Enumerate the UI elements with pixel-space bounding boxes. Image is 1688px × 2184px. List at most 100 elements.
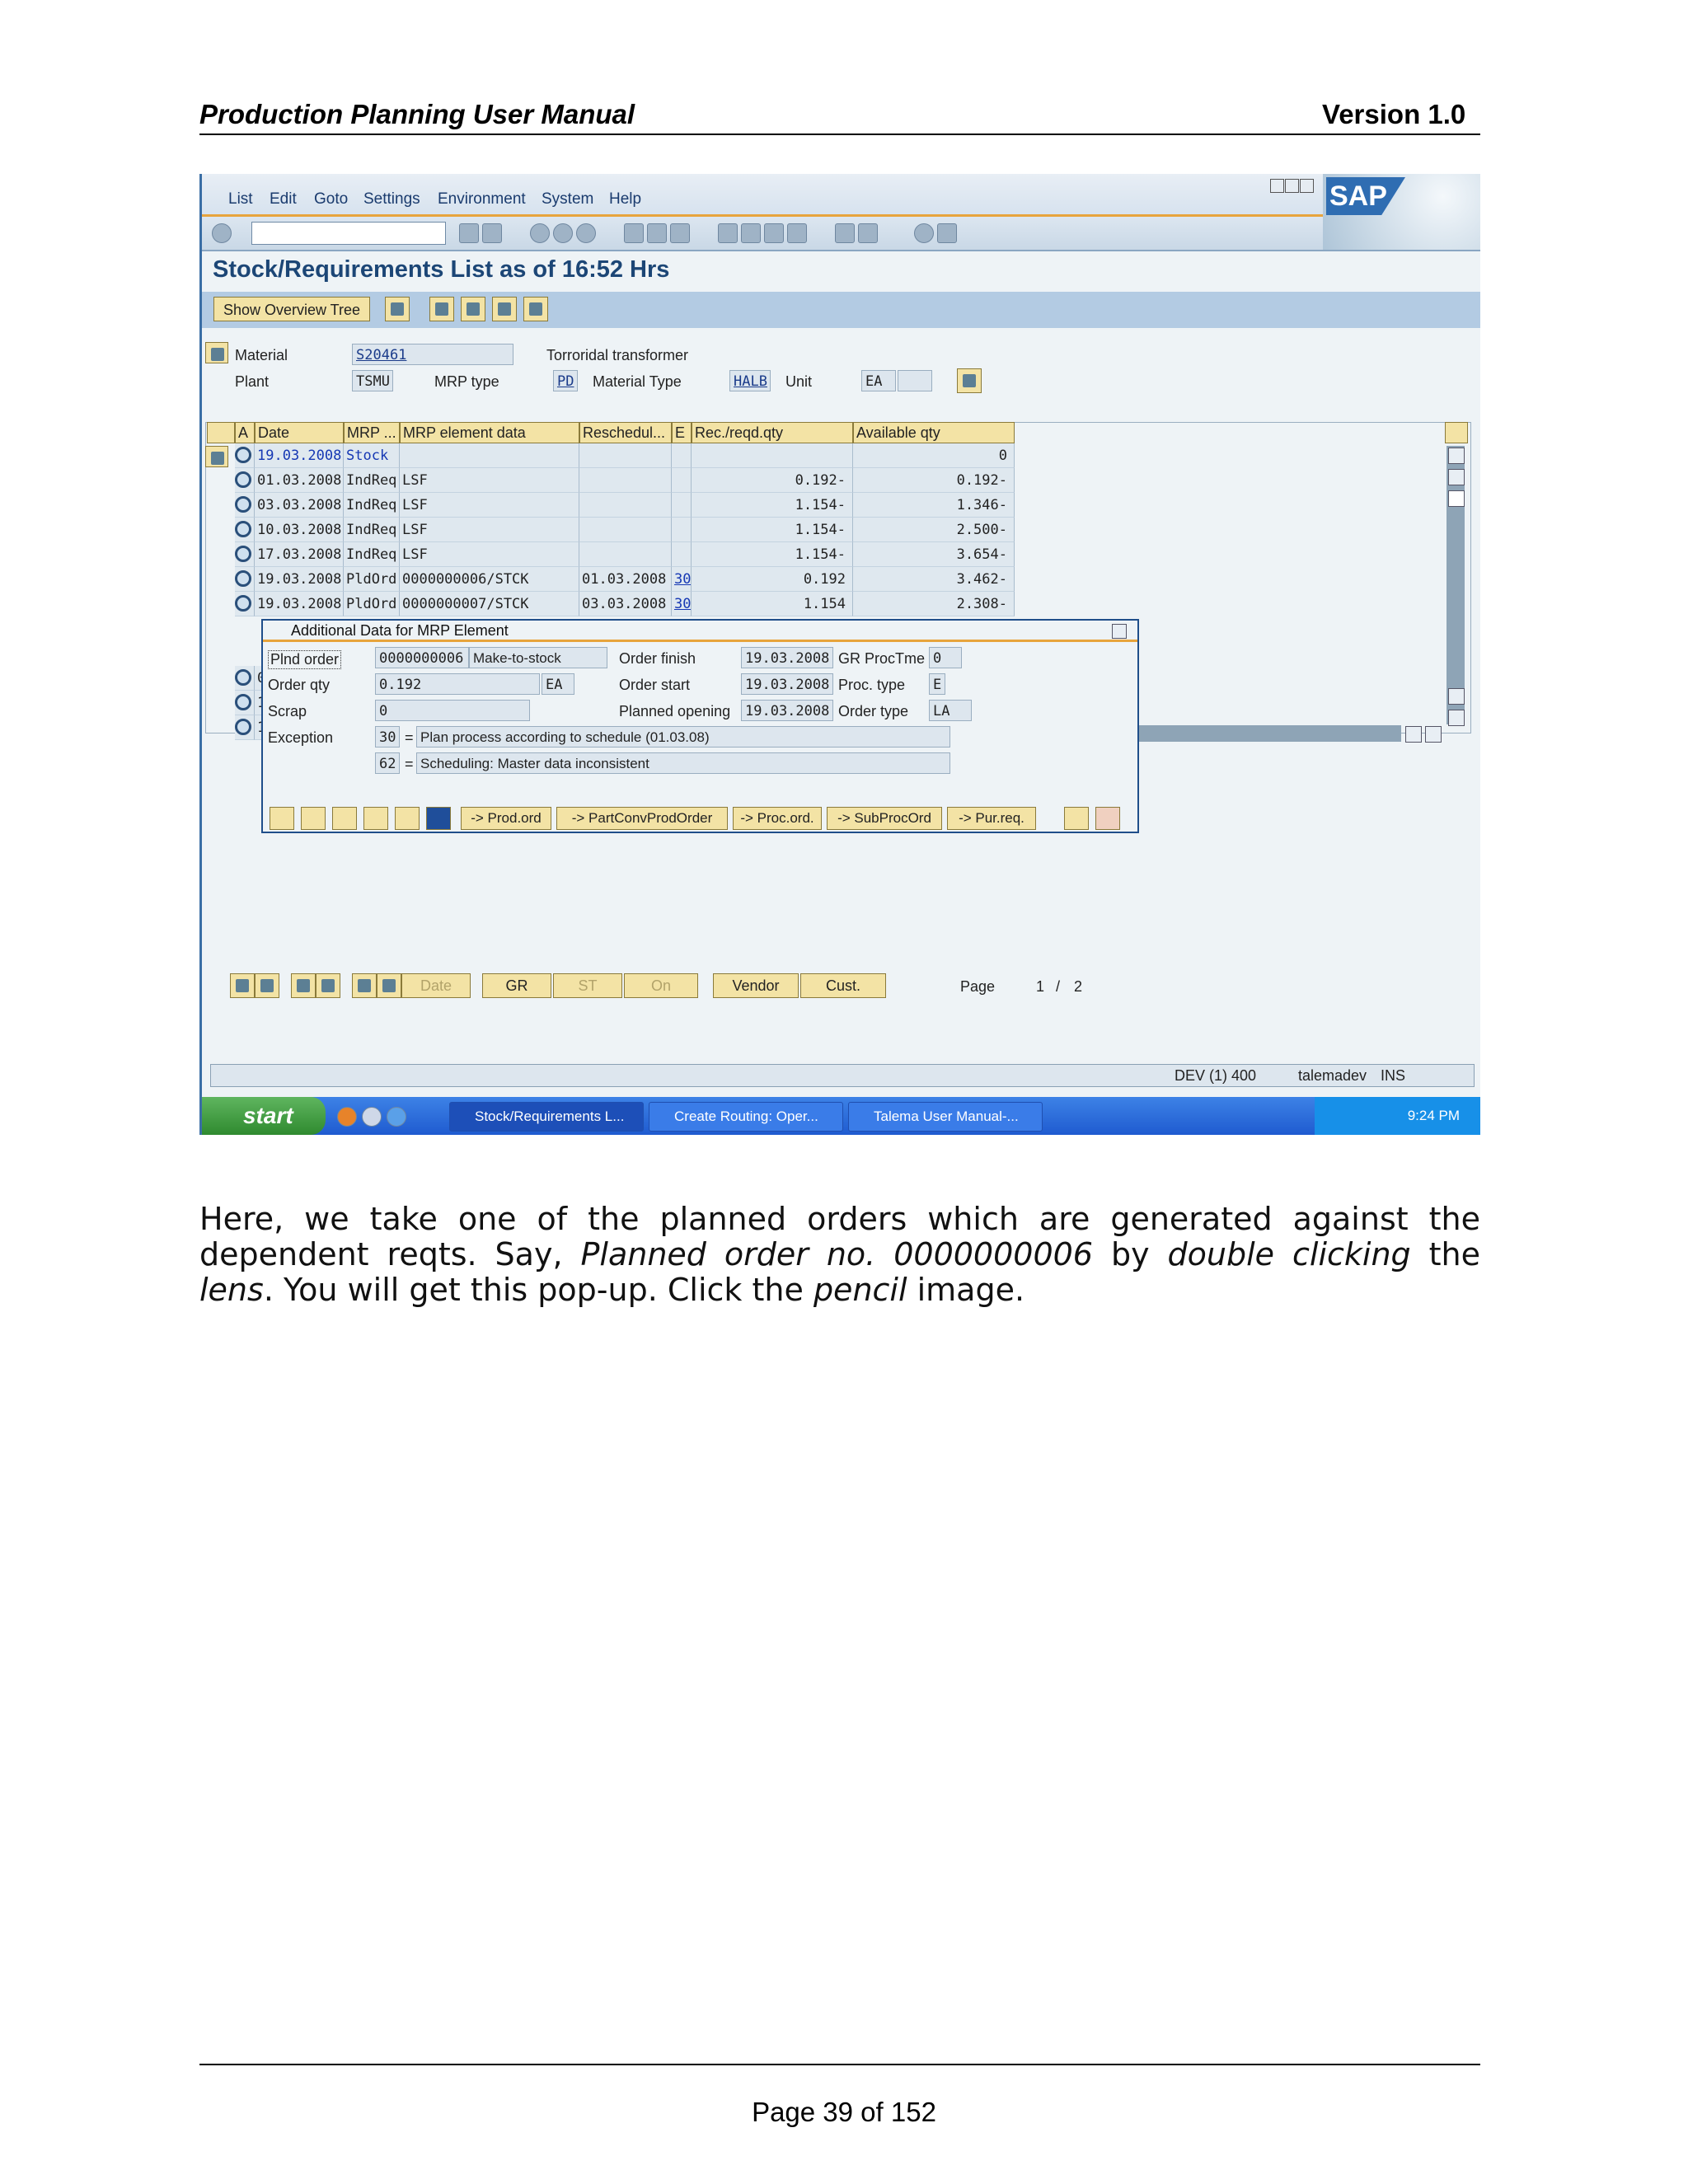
planned-opening-field[interactable]: 19.03.2008 <box>741 700 833 721</box>
table-row[interactable]: 19.03.2008 PldOrd 0000000006/STCK 01.03.200… <box>235 567 1015 592</box>
exception-text-2[interactable]: Scheduling: Master data inconsistent <box>416 752 950 774</box>
order-type-field[interactable]: LA <box>929 700 972 721</box>
back-arrow-icon[interactable] <box>459 223 479 243</box>
exception-link[interactable]: 30 <box>674 596 691 612</box>
display-glasses-icon[interactable] <box>301 807 326 830</box>
column-reschedul-header[interactable]: Reschedul... <box>579 422 672 443</box>
close-window-icon[interactable] <box>1300 179 1314 193</box>
scroll-left-end-icon[interactable] <box>1405 726 1422 743</box>
sub-proc-ord-button[interactable]: -> SubProcOrd <box>827 807 942 830</box>
order-start-field[interactable]: 19.03.2008 <box>741 673 833 695</box>
unit-extra-field[interactable] <box>898 370 932 391</box>
first-page-icon[interactable] <box>718 223 738 243</box>
settings-icon[interactable] <box>523 297 548 321</box>
lens-icon[interactable] <box>235 521 251 537</box>
row-lens-cell[interactable] <box>235 592 255 616</box>
gr-proc-time-field[interactable]: 0 <box>929 647 962 668</box>
layout-icon[interactable] <box>1445 422 1468 443</box>
menu-edit[interactable]: Edit <box>270 190 297 209</box>
lens-icon[interactable] <box>235 496 251 513</box>
table-row[interactable]: 17.03.2008 IndReq LSF 1.154- 3.654- <box>235 542 1015 567</box>
pur-req-button[interactable]: -> Pur.req. <box>947 807 1036 830</box>
table-row[interactable]: 10.03.2008 IndReq LSF 1.154- 2.500- <box>235 518 1015 542</box>
plant-field[interactable]: TSMU <box>352 370 393 391</box>
filter-icon[interactable] <box>461 297 485 321</box>
menu-environment[interactable]: Environment <box>438 190 526 209</box>
lens-icon[interactable] <box>235 595 251 612</box>
print-popup-icon[interactable] <box>1064 807 1089 830</box>
lens-icon[interactable] <box>235 447 251 463</box>
material-tree-icon[interactable] <box>205 342 228 363</box>
material-field[interactable]: S20461 <box>352 344 513 365</box>
menu-goto[interactable]: Goto <box>314 190 348 209</box>
find-next-icon[interactable] <box>670 223 690 243</box>
hierarchy-alt-icon[interactable] <box>395 807 420 830</box>
date-button[interactable]: Date <box>401 973 471 998</box>
exit-icon[interactable] <box>553 223 573 243</box>
exception-code-1[interactable]: 30 <box>375 726 400 748</box>
check-icon[interactable] <box>270 807 294 830</box>
menu-help[interactable]: Help <box>609 190 641 209</box>
vendor-button[interactable]: Vendor <box>713 973 799 998</box>
row-lens-cell[interactable] <box>235 567 255 592</box>
column-available-qty-header[interactable]: Available qty <box>853 422 1015 443</box>
column-a-header[interactable]: A <box>235 422 255 443</box>
unit-field[interactable]: EA <box>861 370 896 391</box>
proc-type-field[interactable]: E <box>929 673 945 695</box>
pencil-icon[interactable] <box>332 807 357 830</box>
column-e-header[interactable]: E <box>672 422 692 443</box>
menu-list[interactable]: List <box>228 190 253 209</box>
table-row[interactable]: 01.03.2008 IndReq LSF 0.192- 0.192- <box>235 468 1015 493</box>
menu-settings[interactable]: Settings <box>363 190 420 209</box>
lens-icon[interactable] <box>235 546 251 562</box>
maximize-icon[interactable] <box>1285 179 1299 193</box>
exception-code-2[interactable]: 62 <box>375 752 400 774</box>
help-icon[interactable] <box>914 223 934 243</box>
row-lens-cell[interactable] <box>235 468 255 493</box>
find-icon[interactable] <box>647 223 667 243</box>
column-mrp-element-data-header[interactable]: MRP element data <box>400 422 579 443</box>
cancel-x-icon[interactable] <box>1095 807 1120 830</box>
table-row[interactable]: 19.03.2008 Stock 0 <box>235 443 1015 468</box>
refresh-icon[interactable] <box>429 297 454 321</box>
page-up-icon[interactable] <box>1448 688 1465 705</box>
firefox-icon[interactable] <box>337 1107 357 1127</box>
order-finish-field[interactable]: 19.03.2008 <box>741 647 833 668</box>
scroll-up-icon[interactable] <box>1448 448 1465 464</box>
ie-icon[interactable] <box>387 1107 406 1127</box>
vertical-scrollbar[interactable] <box>1447 446 1465 724</box>
column-rec-reqd-qty-header[interactable]: Rec./reqd.qty <box>692 422 853 443</box>
tree-bottom-icon[interactable] <box>291 973 316 998</box>
lens-icon[interactable] <box>235 471 251 488</box>
hierarchy-icon[interactable] <box>363 807 388 830</box>
material-type-field[interactable]: HALB <box>729 370 771 391</box>
show-overview-tree-button[interactable]: Show Overview Tree <box>213 297 370 321</box>
last-page-icon[interactable] <box>787 223 807 243</box>
prod-ord-button[interactable]: -> Prod.ord <box>461 807 551 830</box>
layout-menu-icon[interactable] <box>937 223 957 243</box>
page-down-icon[interactable] <box>1448 710 1465 726</box>
scrap-field[interactable]: 0 <box>375 700 530 721</box>
previous-page-icon[interactable] <box>741 223 761 243</box>
mrp-type-field[interactable]: PD <box>553 370 578 391</box>
sort-up-icon[interactable] <box>377 973 401 998</box>
task-stock-requirements[interactable]: Stock/Requirements L... <box>449 1102 644 1132</box>
change-icon[interactable] <box>957 368 982 393</box>
task-talema-manual[interactable]: Talema User Manual-... <box>848 1102 1043 1132</box>
exception-text-1[interactable]: Plan process according to schedule (01.0… <box>416 726 950 748</box>
detail-icon[interactable] <box>385 297 410 321</box>
lens-icon[interactable] <box>235 719 251 735</box>
copy-icon[interactable] <box>492 297 517 321</box>
info-icon[interactable] <box>426 807 451 830</box>
cust-button[interactable]: Cust. <box>800 973 886 998</box>
gr-button[interactable]: GR <box>482 973 551 998</box>
display-bottom-icon[interactable] <box>230 973 255 998</box>
scroll-down-icon[interactable] <box>1448 469 1465 485</box>
column-date-header[interactable]: Date <box>255 422 344 443</box>
start-button[interactable]: start <box>202 1097 326 1135</box>
cancel-icon[interactable] <box>576 223 596 243</box>
sort-down-icon[interactable] <box>352 973 377 998</box>
next-page-icon[interactable] <box>764 223 784 243</box>
task-create-routing[interactable]: Create Routing: Oper... <box>649 1102 843 1132</box>
popup-close-icon[interactable] <box>1112 624 1127 639</box>
